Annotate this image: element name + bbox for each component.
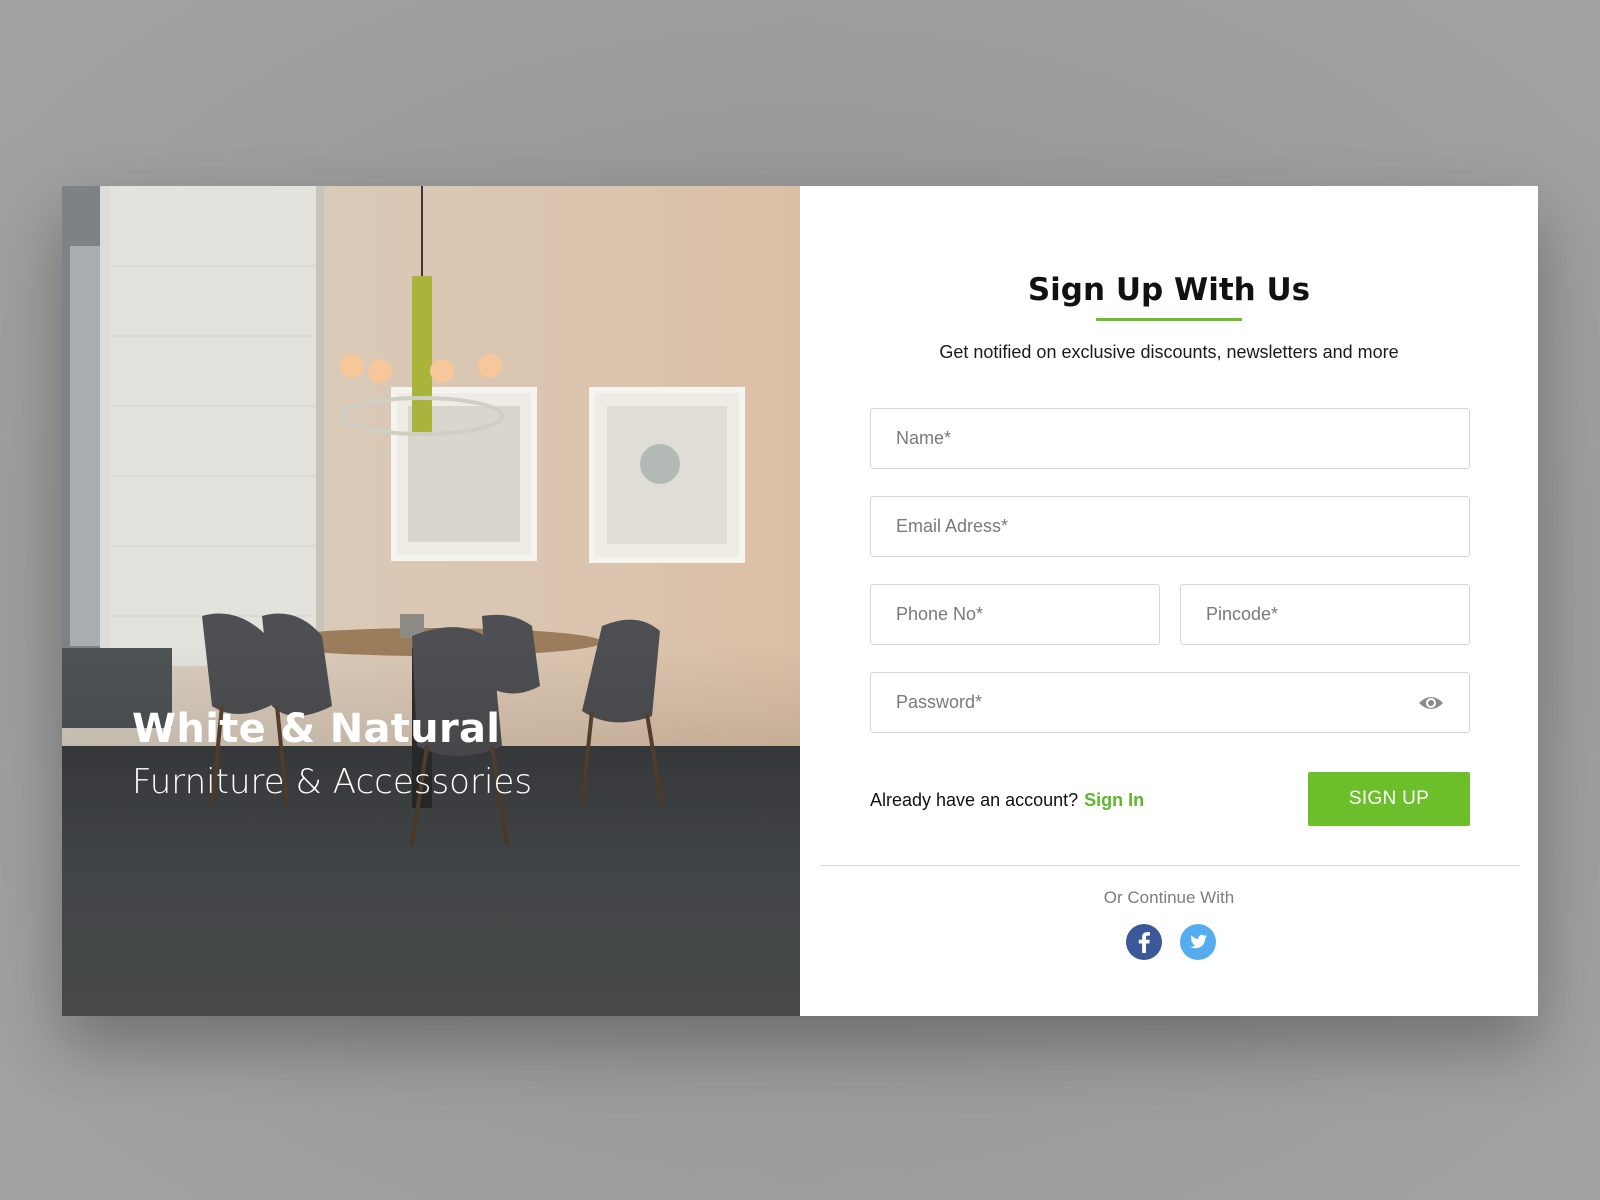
pincode-field-box [1180, 584, 1470, 645]
email-field-box [870, 496, 1470, 557]
phone-field-box [870, 584, 1160, 645]
signup-card: White & Natural Furniture & Accessories … [62, 186, 1538, 1016]
email-input[interactable] [871, 497, 1469, 556]
signup-form-panel: Sign Up With Us Get notified on exclusiv… [800, 186, 1538, 1016]
hero-text: White & Natural Furniture & Accessories [132, 706, 532, 802]
form-subtitle: Get notified on exclusive discounts, new… [939, 342, 1399, 362]
dining-room-illustration [62, 186, 800, 1016]
password-field-box [870, 672, 1470, 733]
title-underline [1096, 318, 1242, 321]
facebook-icon[interactable] [1126, 924, 1162, 960]
eye-icon[interactable] [1417, 691, 1445, 715]
twitter-icon[interactable] [1180, 924, 1216, 960]
divider [820, 865, 1520, 866]
form-title: Sign Up With Us [1027, 272, 1311, 308]
hero-subtitle: Furniture & Accessories [132, 762, 533, 802]
sign-in-link[interactable]: Sign In [1084, 790, 1144, 810]
name-input[interactable] [871, 409, 1469, 468]
hero-image-panel: White & Natural Furniture & Accessories [62, 186, 800, 1016]
sign-up-button[interactable]: SIGN UP [1308, 772, 1470, 826]
hero-title: White & Natural [132, 706, 501, 752]
phone-input[interactable] [871, 585, 1159, 644]
account-prompt: Already have an account? [870, 790, 1079, 810]
pincode-input[interactable] [1181, 585, 1469, 644]
password-input[interactable] [871, 673, 1469, 732]
or-continue-text: Or Continue With [1103, 888, 1235, 907]
account-row: Already have an account? Sign In [870, 790, 1144, 811]
name-field-box [870, 408, 1470, 469]
